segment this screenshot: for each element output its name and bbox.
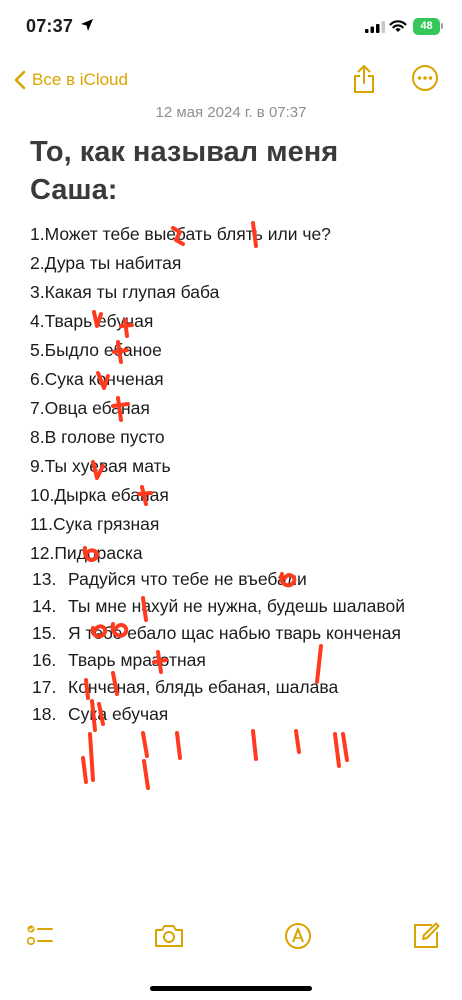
numbered-item: 14. Ты мне нахуй не нужна, будешь шалавой <box>30 593 450 620</box>
item-number: 14. <box>32 596 57 616</box>
chevron-left-icon <box>14 70 26 90</box>
camera-icon[interactable] <box>154 922 184 950</box>
note-date: 12 мая 2024 г. в 07:37 <box>155 104 307 121</box>
item-number: 15. <box>32 623 57 643</box>
item-number: 17. <box>32 677 57 697</box>
item-text: Радуйся что тебе не въебали <box>68 569 307 589</box>
battery-indicator: 48 <box>413 18 440 35</box>
compose-icon[interactable] <box>412 922 440 950</box>
battery-tip <box>441 23 443 29</box>
numbered-item: 18. Сука ебучая <box>30 701 450 728</box>
item-number: 13. <box>32 569 57 589</box>
checklist-icon[interactable] <box>26 922 54 950</box>
note-lines: 1.Может тебе выебать блять или че? 2.Дур… <box>30 221 450 569</box>
numbered-item: 15. Я тебе ебало щас набью тварь конченая <box>30 620 450 647</box>
note-line: 1.Может тебе выебать блять или че? <box>30 224 331 244</box>
ellipsis-circle-icon[interactable] <box>411 64 439 92</box>
location-arrow-icon <box>81 19 93 31</box>
note-line: 8.В голове пусто <box>30 427 165 447</box>
numbered-item: 17. Конченая, блядь ебаная, шалава <box>30 674 450 701</box>
note-line: 9.Ты хуевая мать <box>30 456 171 476</box>
note-line: 11.Сука грязная <box>30 514 160 534</box>
home-indicator <box>150 986 312 991</box>
bottom-toolbar <box>0 918 462 962</box>
note-line: 6.Сука конченая <box>30 369 164 389</box>
item-number: 18. <box>32 704 57 724</box>
nav-bar: Все в iCloud <box>0 58 462 102</box>
back-button[interactable]: Все в iCloud <box>14 66 128 94</box>
note-line: 12.Пидораска <box>30 543 143 563</box>
note-line: 3.Какая ты глупая баба <box>30 282 220 302</box>
note-line: 4.Тварь ебучая <box>30 311 154 331</box>
note-line: 7.Овца ебаная <box>30 398 150 418</box>
wifi-icon <box>389 20 407 32</box>
numbered-item: 13. Радуйся что тебе не въебали <box>30 566 450 593</box>
item-text: Ты мне нахуй не нужна, будешь шалавой <box>68 596 405 616</box>
status-time: 07:37 <box>26 16 74 36</box>
note-title: То, как называл меня Саша: <box>30 136 339 206</box>
status-bar: 07:37 48 <box>0 0 462 54</box>
note-line: 5.Быдло ебаное <box>30 340 162 360</box>
note-line: 2.Дура ты набитая <box>30 253 182 273</box>
share-icon[interactable] <box>352 64 376 94</box>
item-number: 16. <box>32 650 57 670</box>
item-text: Конченая, блядь ебаная, шалава <box>68 677 339 697</box>
numbered-item: 16. Тварь мразотная <box>30 647 450 674</box>
item-text: Тварь мразотная <box>68 650 206 670</box>
back-button-label: Все в iCloud <box>32 70 128 89</box>
cellular-signal-icon <box>365 21 385 33</box>
item-text: Сука ебучая <box>68 704 169 724</box>
note-numbered-list: 13. Радуйся что тебе не въебали 14. Ты мне… <box>30 566 450 728</box>
markup-pen-icon[interactable] <box>284 922 312 950</box>
item-text: Я тебе ебало щас набью тварь конченая <box>68 623 401 643</box>
note-line: 10.Дырка ебаная <box>30 485 169 505</box>
